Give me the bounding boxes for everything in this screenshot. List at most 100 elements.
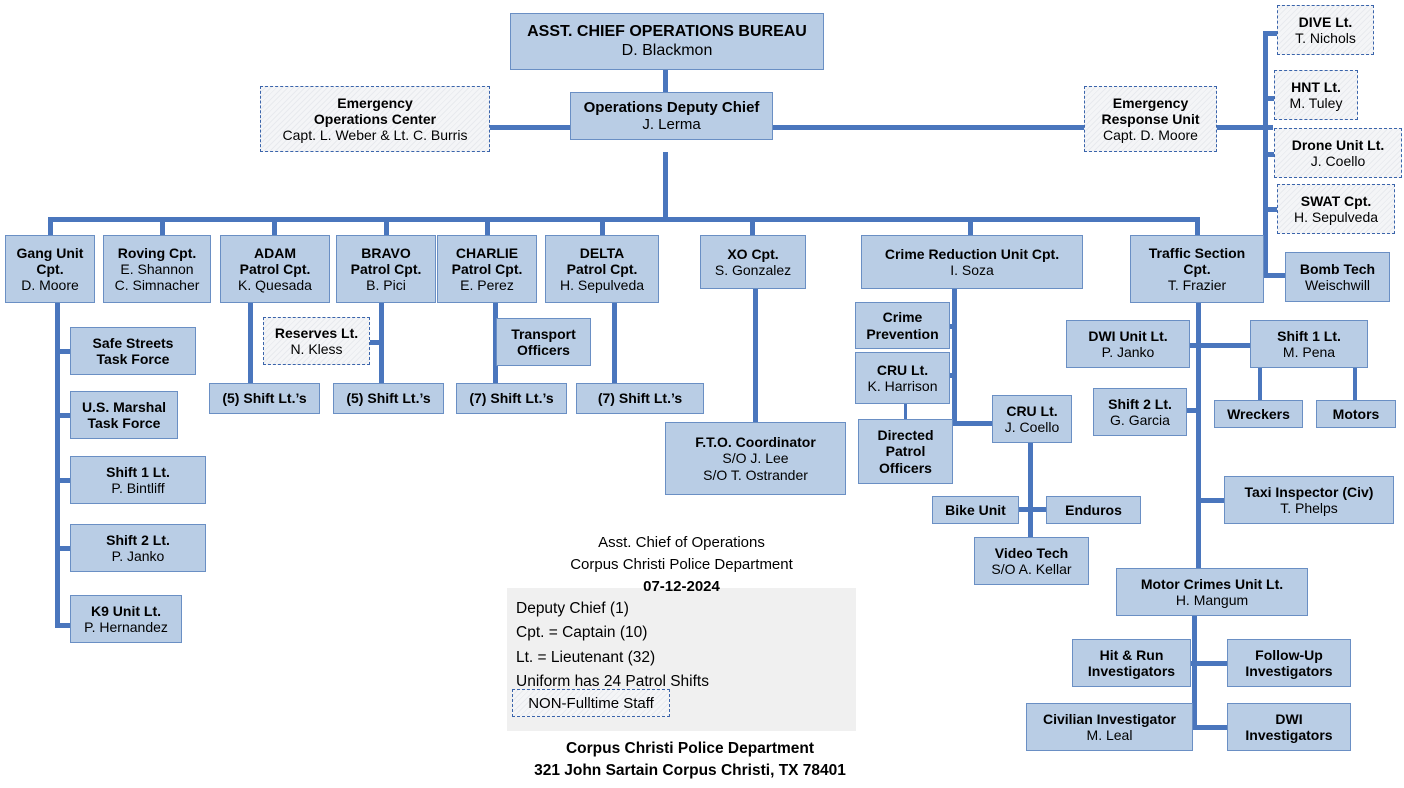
box-gang-shift-1-lt[interactable]: Shift 1 Lt. P. Bintliff <box>70 456 206 504</box>
box-roving-cpt[interactable]: Roving Cpt. E. Shannon C. Simnacher <box>103 235 211 303</box>
box-title-line1: Emergency <box>337 94 413 111</box>
box-bravo-patrol-cpt[interactable]: BRAVO Patrol Cpt. B. Pici <box>336 235 436 303</box>
box-traffic-shift-1-lt[interactable]: Shift 1 Lt. M. Pena <box>1250 320 1368 368</box>
box-safe-streets-task-force[interactable]: Safe Streets Task Force <box>70 327 196 375</box>
box-emergency-operations-center[interactable]: Emergency Operations Center Capt. L. Web… <box>260 86 490 152</box>
box-crime-reduction-unit-cpt[interactable]: Crime Reduction Unit Cpt. I. Soza <box>861 235 1083 289</box>
box-xo-cpt[interactable]: XO Cpt. S. Gonzalez <box>700 235 806 289</box>
box-bomb-tech[interactable]: Bomb Tech Weischwill <box>1285 252 1390 302</box>
box-motors[interactable]: Motors <box>1316 400 1396 428</box>
box-video-tech[interactable]: Video Tech S/O A. Kellar <box>974 537 1089 585</box>
connector-bus-charlie <box>485 217 490 235</box>
box-crime-prevention[interactable]: Crime Prevention <box>855 302 950 349</box>
box-dwi-investigators[interactable]: DWI Investigators <box>1227 703 1351 751</box>
box-dwi-unit-lt[interactable]: DWI Unit Lt. P. Janko <box>1066 320 1190 368</box>
box-title-line1: Traffic Section <box>1148 244 1246 261</box>
box-bravo-shift-lts[interactable]: (5) Shift Lt.’s <box>333 383 444 414</box>
box-transport-officers[interactable]: Transport Officers <box>496 318 591 366</box>
connector-opsdeputy-eoc <box>490 125 570 130</box>
box-title: Drone Unit Lt. <box>1291 136 1385 153</box>
box-traffic-shift-2-lt[interactable]: Shift 2 Lt. G. Garcia <box>1093 388 1187 436</box>
legend-list: Deputy Chief (1) Cpt. = Captain (10) Lt.… <box>516 597 846 694</box>
box-title: Bike Unit <box>945 501 1006 518</box>
connector-bus-roving <box>160 217 165 235</box>
box-charlie-patrol-cpt[interactable]: CHARLIE Patrol Cpt. E. Perez <box>437 235 537 303</box>
box-reserves-lt[interactable]: Reserves Lt. N. Kless <box>263 317 370 365</box>
box-operations-deputy-chief[interactable]: Operations Deputy Chief J. Lerma <box>570 92 773 140</box>
box-swat-cpt[interactable]: SWAT Cpt. H. Sepulveda <box>1277 184 1395 234</box>
box-emergency-response-unit[interactable]: Emergency Response Unit Capt. D. Moore <box>1084 86 1217 152</box>
box-title-line1: DELTA <box>579 244 625 261</box>
box-name: M. Leal <box>1086 727 1133 743</box>
box-charlie-shift-lts[interactable]: (7) Shift Lt.’s <box>456 383 567 414</box>
connector-opsdeputy-bus <box>663 152 668 221</box>
box-title-line1: ADAM <box>254 244 296 261</box>
box-cru-lt-coello[interactable]: CRU Lt. J. Coello <box>992 395 1072 443</box>
legend-item: Cpt. = Captain (10) <box>516 624 648 642</box>
box-enduros[interactable]: Enduros <box>1046 496 1141 524</box>
box-name: H. Sepulveda <box>1293 209 1379 225</box>
legend-key-non-fulltime: NON-Fulltime Staff <box>512 689 670 717</box>
box-delta-patrol-cpt[interactable]: DELTA Patrol Cpt. H. Sepulveda <box>545 235 659 303</box>
connector-shift1-motors <box>1353 364 1357 401</box>
connector-cru-spine <box>952 289 957 426</box>
box-directed-patrol-officers[interactable]: Directed Patrol Officers <box>858 419 953 484</box>
caption-line-1: Asst. Chief of Operations <box>598 534 765 551</box>
box-title: Operations Deputy Chief <box>583 98 760 116</box>
box-title: SWAT Cpt. <box>1300 192 1372 209</box>
box-title-line2: Investigators <box>1245 663 1333 679</box>
box-title-line2: Patrol Cpt. <box>350 260 422 277</box>
box-title: CRU Lt. <box>1006 402 1058 419</box>
connector-xo-fto <box>753 289 758 422</box>
box-title: (7) Shift Lt.’s <box>597 390 683 407</box>
box-title: Taxi Inspector (Civ) <box>1244 483 1374 500</box>
box-title-line1: Follow-Up <box>1255 646 1323 663</box>
box-title: DWI Unit Lt. <box>1088 327 1168 344</box>
legend-key-label: NON-Fulltime Staff <box>528 694 654 712</box>
box-dive-lt[interactable]: DIVE Lt. T. Nichols <box>1277 5 1374 55</box>
connector-bus-xo <box>750 217 755 235</box>
connector-adam-shifts <box>248 303 253 383</box>
box-title: XO Cpt. <box>727 245 779 262</box>
connector-coello-spine <box>1028 443 1033 550</box>
box-title-line1: Crime <box>882 309 923 326</box>
footer-line-2: 321 John Sartain Corpus Christi, TX 7840… <box>534 762 846 779</box>
box-wreckers[interactable]: Wreckers <box>1214 400 1303 428</box>
box-adam-shift-lts[interactable]: (5) Shift Lt.’s <box>209 383 320 414</box>
box-bike-unit[interactable]: Bike Unit <box>932 496 1019 524</box>
box-title-line1: Gang Unit <box>16 244 84 261</box>
box-hit-and-run-investigators[interactable]: Hit & Run Investigators <box>1072 639 1191 687</box>
box-title: Roving Cpt. <box>117 244 197 261</box>
box-title: K9 Unit Lt. <box>91 602 161 619</box>
box-adam-patrol-cpt[interactable]: ADAM Patrol Cpt. K. Quesada <box>220 235 330 303</box>
box-k9-unit-lt[interactable]: K9 Unit Lt. P. Hernandez <box>70 595 182 643</box>
connector-bravo-reserves <box>368 340 384 345</box>
box-name: S. Gonzalez <box>714 262 792 278</box>
box-cru-lt-harrison[interactable]: CRU Lt. K. Harrison <box>855 352 950 404</box>
org-chart-canvas: ASST. CHIEF OPERATIONS BUREAU D. Blackmo… <box>0 0 1404 788</box>
box-gang-shift-2-lt[interactable]: Shift 2 Lt. P. Janko <box>70 524 206 572</box>
box-taxi-inspector[interactable]: Taxi Inspector (Civ) T. Phelps <box>1224 476 1394 524</box>
box-title-line2: Response Unit <box>1101 110 1200 127</box>
box-name: G. Garcia <box>1110 412 1170 428</box>
box-name: Weischwill <box>1304 277 1371 293</box>
box-title-line2: Prevention <box>866 325 939 342</box>
box-title-line2: Patrol Cpt. <box>239 260 311 277</box>
box-civilian-investigator[interactable]: Civilian Investigator M. Leal <box>1026 703 1193 751</box>
box-us-marshal-task-force[interactable]: U.S. Marshal Task Force <box>70 391 178 439</box>
box-hnt-lt[interactable]: HNT Lt. M. Tuley <box>1274 70 1358 120</box>
box-title: (5) Shift Lt.’s <box>346 390 431 407</box>
box-drone-unit-lt[interactable]: Drone Unit Lt. J. Coello <box>1274 128 1402 178</box>
box-title-line1: Safe Streets <box>92 334 174 351</box>
box-gang-unit-cpt[interactable]: Gang Unit Cpt. D. Moore <box>5 235 95 303</box>
box-follow-up-investigators[interactable]: Follow-Up Investigators <box>1227 639 1351 687</box>
box-delta-shift-lts[interactable]: (7) Shift Lt.’s <box>576 383 704 414</box>
box-title-line2: Cpt. <box>36 260 64 277</box>
box-fto-coordinator[interactable]: F.T.O. Coordinator S/O J. Lee S/O T. Ost… <box>665 422 846 495</box>
box-motor-crimes-unit-lt[interactable]: Motor Crimes Unit Lt. H. Mangum <box>1116 568 1308 616</box>
box-traffic-section-cpt[interactable]: Traffic Section Cpt. T. Frazier <box>1130 235 1264 303</box>
box-title: Crime Reduction Unit Cpt. <box>884 245 1060 262</box>
box-name: M. Pena <box>1282 344 1336 360</box>
box-title: Shift 1 Lt. <box>106 463 170 480</box>
box-asst-chief-operations-bureau[interactable]: ASST. CHIEF OPERATIONS BUREAU D. Blackmo… <box>510 13 824 70</box>
